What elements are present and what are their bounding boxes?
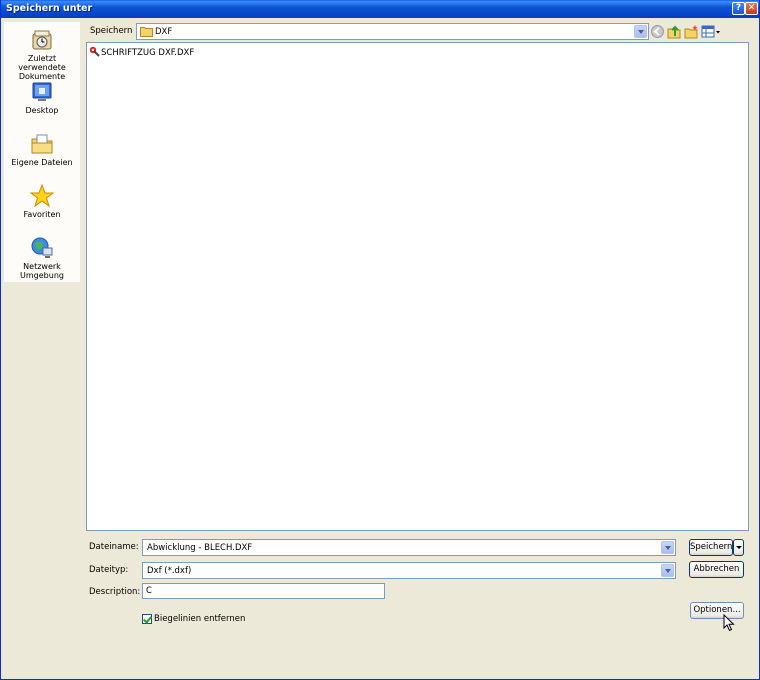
chevron-down-icon[interactable] bbox=[661, 564, 674, 577]
save-as-dialog: Speichern unter ? ✕ Zuletzt verwendete D… bbox=[0, 0, 760, 680]
place-label: Eigene Dateien bbox=[11, 158, 73, 167]
title-bar[interactable]: Speichern unter ? ✕ bbox=[1, 0, 759, 18]
filetype-combobox[interactable]: Dxf (*.dxf) bbox=[142, 562, 676, 579]
file-name: SCHRIFTZUG DXF.DXF bbox=[101, 48, 195, 58]
filename-label: Dateiname: bbox=[89, 542, 139, 552]
chevron-down-icon[interactable] bbox=[634, 25, 647, 38]
close-button[interactable]: ✕ bbox=[745, 2, 758, 15]
filetype-label: Dateityp: bbox=[89, 565, 129, 575]
desktop-icon bbox=[32, 82, 52, 101]
place-label: Zuletzt verwendete Dokumente bbox=[18, 54, 66, 81]
favorites-star-icon bbox=[29, 184, 55, 208]
place-label: Desktop bbox=[25, 106, 59, 115]
place-desktop[interactable]: Desktop bbox=[4, 80, 80, 115]
description-label: Description: bbox=[89, 587, 141, 597]
description-input[interactable]: C bbox=[142, 583, 385, 599]
save-in-value: DXF bbox=[155, 27, 173, 37]
folder-icon bbox=[140, 27, 153, 37]
save-in-label: Speichern bbox=[90, 26, 133, 36]
places-bar: Zuletzt verwendete Dokumente Desktop Eig… bbox=[4, 22, 80, 282]
network-globe-icon bbox=[31, 237, 53, 258]
cancel-button[interactable]: Abbrechen bbox=[689, 561, 744, 578]
recent-documents-icon bbox=[32, 30, 52, 50]
mouse-cursor-icon bbox=[723, 614, 735, 632]
place-label: Favoriten bbox=[23, 210, 61, 219]
place-recent-documents[interactable]: Zuletzt verwendete Dokumente bbox=[4, 28, 80, 81]
window-title: Speichern unter bbox=[6, 3, 93, 14]
list-item[interactable]: SCHRIFTZUG DXF.DXF bbox=[89, 46, 194, 58]
view-menu-icon[interactable] bbox=[701, 24, 721, 39]
back-icon[interactable] bbox=[650, 24, 665, 39]
place-network[interactable]: Netzwerk Umgebung bbox=[4, 236, 80, 280]
chevron-down-icon[interactable] bbox=[661, 541, 674, 554]
save-button[interactable]: Speichern bbox=[689, 539, 733, 556]
filetype-value: Dxf (*.dxf) bbox=[147, 566, 192, 576]
save-in-combobox[interactable]: DXF bbox=[136, 23, 649, 40]
new-folder-icon[interactable] bbox=[684, 24, 699, 39]
save-options-dropdown[interactable] bbox=[733, 539, 744, 556]
place-favorites[interactable]: Favoriten bbox=[4, 184, 80, 219]
place-my-documents[interactable]: Eigene Dateien bbox=[4, 132, 80, 167]
place-label: Netzwerk Umgebung bbox=[20, 262, 64, 280]
my-documents-icon bbox=[31, 134, 53, 154]
filename-value: Abwicklung - BLECH.DXF bbox=[147, 543, 253, 553]
file-list[interactable]: SCHRIFTZUG DXF.DXF bbox=[86, 42, 749, 531]
dxf-file-icon bbox=[89, 46, 100, 57]
help-button[interactable]: ? bbox=[732, 2, 745, 15]
filename-combobox[interactable]: Abwicklung - BLECH.DXF bbox=[142, 539, 676, 556]
options-button[interactable]: Optionen... bbox=[690, 602, 744, 619]
remove-bend-lines-checkbox[interactable] bbox=[142, 614, 152, 624]
up-folder-icon[interactable] bbox=[667, 24, 682, 39]
description-value: C bbox=[146, 586, 152, 596]
checkbox-label[interactable]: Biegelinien entfernen bbox=[154, 614, 245, 624]
